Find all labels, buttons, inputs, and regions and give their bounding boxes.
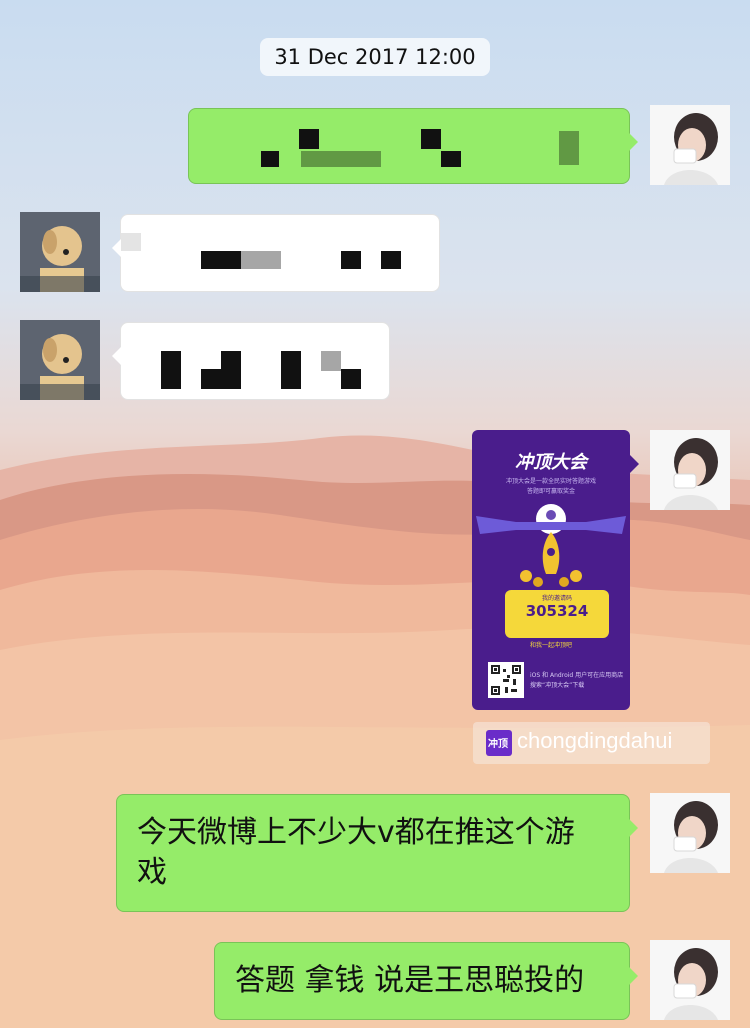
rocket-icon bbox=[520, 532, 582, 587]
code-label: 我的邀请码 bbox=[541, 595, 572, 602]
blurred-message-bubble[interactable] bbox=[112, 322, 390, 400]
woman-portrait-icon bbox=[650, 105, 730, 185]
my-avatar[interactable] bbox=[650, 105, 730, 185]
dog-photo-icon bbox=[20, 212, 100, 292]
card-footer: iOS 和 Android 用户可在应用商店 bbox=[530, 672, 624, 679]
message-text: 答题 拿钱 说是王思聪投的 bbox=[235, 963, 585, 998]
woman-portrait-icon bbox=[650, 793, 730, 873]
card-subtitle: 答题即可赢取奖金 bbox=[526, 488, 575, 495]
message-timestamp: 31 Dec 2017 12:00 bbox=[260, 38, 490, 76]
message-text-line: 戏 bbox=[137, 855, 167, 890]
message-text-line: 今天微博上不少大v都在推这个游 bbox=[137, 815, 575, 850]
contact-avatar[interactable] bbox=[20, 320, 100, 400]
code-hint: 和我一起冲顶吧 bbox=[529, 642, 572, 649]
qr-code bbox=[488, 662, 524, 698]
text-message-bubble[interactable]: 今天微博上不少大v都在推这个游 戏 bbox=[116, 794, 638, 912]
my-avatar[interactable] bbox=[650, 940, 730, 1020]
card-subtitle: 冲顶大会是一款全民实时答题游戏 bbox=[505, 478, 596, 485]
mini-program-link[interactable]: 冲顶 chongdingdahui bbox=[473, 722, 710, 764]
invite-code: 305324 bbox=[525, 602, 589, 620]
contact-avatar[interactable] bbox=[20, 212, 100, 292]
link-label: chongdingdahui bbox=[517, 728, 673, 753]
my-avatar[interactable] bbox=[650, 430, 730, 510]
woman-portrait-icon bbox=[650, 430, 730, 510]
my-avatar[interactable] bbox=[650, 793, 730, 873]
card-footer: 搜索“冲顶大会”下载 bbox=[530, 682, 585, 689]
card-title: 冲顶大会 bbox=[515, 452, 587, 473]
qr-code-icon bbox=[491, 665, 521, 695]
invite-code-ticket: 我的邀请码 305324 bbox=[505, 590, 609, 638]
app-logo-icon: 冲顶 bbox=[486, 730, 512, 756]
dog-photo-icon bbox=[20, 320, 100, 400]
woman-portrait-icon bbox=[650, 940, 730, 1020]
text-message-bubble[interactable]: 答题 拿钱 说是王思聪投的 bbox=[214, 942, 638, 1020]
promo-image-card[interactable]: 冲顶大会 冲顶大会是一款全民实时答题游戏 答题即可赢取奖金 我的邀请码 3053… bbox=[472, 430, 630, 710]
blurred-message-bubble[interactable] bbox=[188, 108, 638, 184]
blurred-message-bubble[interactable] bbox=[112, 214, 440, 292]
